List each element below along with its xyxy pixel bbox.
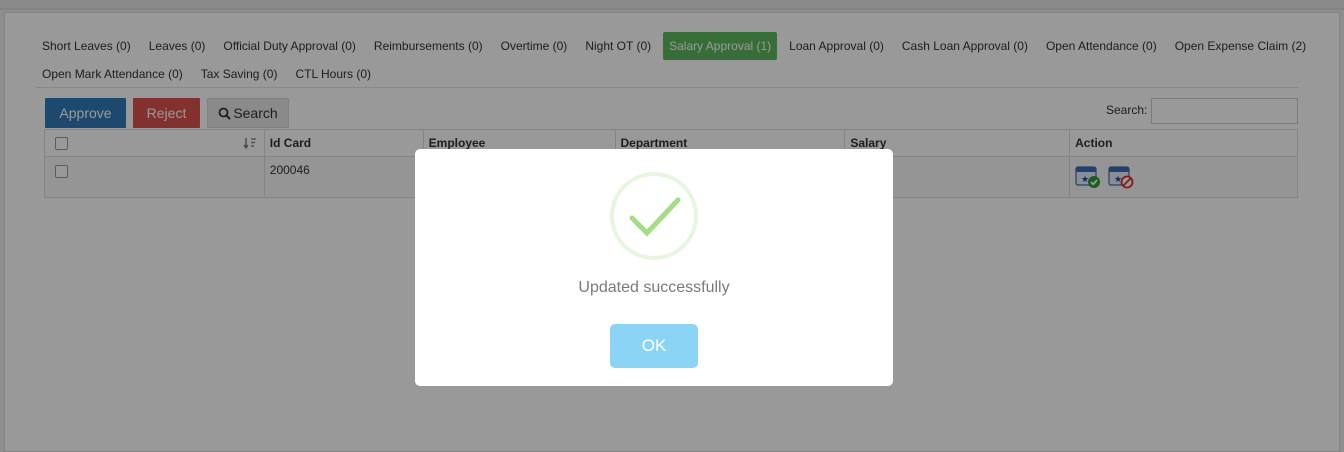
ok-button[interactable]: OK xyxy=(610,324,698,368)
success-dialog: Updated successfully OK xyxy=(415,149,893,386)
dialog-message: Updated successfully xyxy=(578,279,730,296)
success-checkmark-icon xyxy=(610,172,698,260)
